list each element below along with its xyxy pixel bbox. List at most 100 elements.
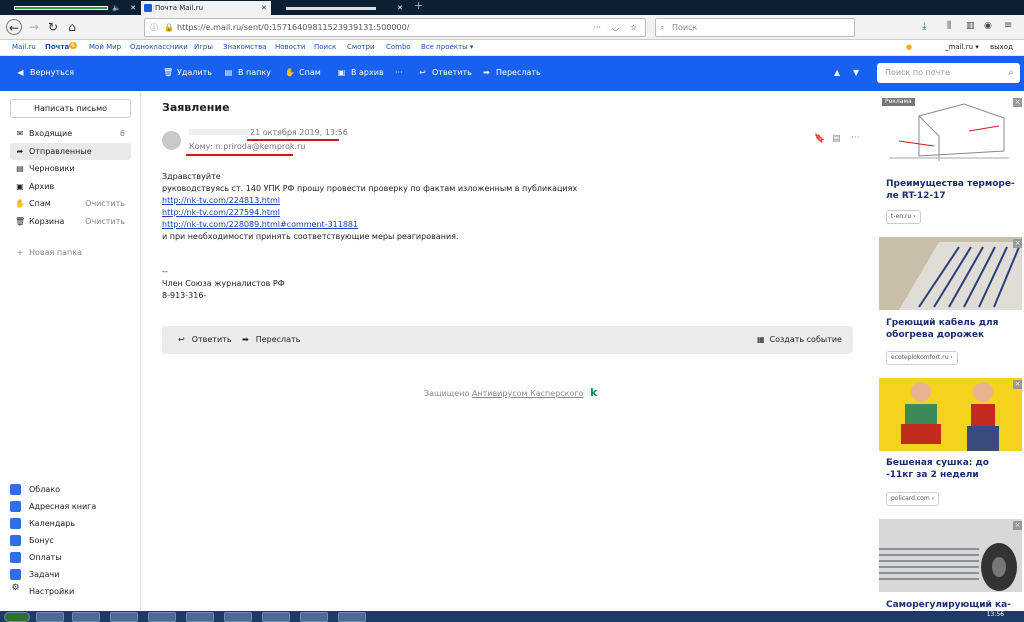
account-icon[interactable]: ◉ — [984, 21, 992, 31]
ad-image-heating-cable[interactable] — [879, 237, 1022, 310]
close-icon[interactable]: × — [1013, 380, 1022, 389]
account-menu[interactable]: _mail.ru ▾ — [945, 43, 979, 51]
portal-link-ok[interactable]: Одноклассники — [130, 43, 188, 51]
clear-trash-link[interactable]: Очистить — [85, 213, 125, 230]
portal-link-watch[interactable]: Смотри — [347, 43, 375, 51]
portal-link-games[interactable]: Игры — [194, 43, 213, 51]
info-icon[interactable]: ⓘ — [150, 19, 158, 36]
close-tab-icon[interactable]: ✕ — [130, 1, 136, 15]
compose-button[interactable]: Написать письмо — [10, 99, 131, 118]
new-folder-button[interactable]: + Новая папка — [10, 244, 131, 261]
start-button[interactable] — [4, 612, 30, 622]
app-calendar[interactable]: Календарь — [10, 515, 75, 532]
speaker-icon[interactable]: 🔈 — [112, 1, 121, 15]
close-icon[interactable]: × — [1013, 98, 1022, 107]
ad-title[interactable]: Бешеная сушка: до -11кг за 2 недели — [886, 457, 1016, 481]
folder-archive[interactable]: ▣ Архив — [10, 178, 131, 195]
portal-link-all-projects[interactable]: Все проекты ▾ — [421, 43, 473, 51]
back-button[interactable]: ◀ Вернуться — [16, 68, 74, 77]
folder-inbox[interactable]: ✉ Входящие 6 — [10, 125, 131, 142]
reply-button[interactable]: ↩ Ответить — [418, 68, 472, 77]
ad-source[interactable]: policard.com › — [886, 492, 939, 506]
app-payments[interactable]: Оплаты — [10, 549, 62, 566]
folder-sent[interactable]: ➦ Отправленные — [10, 143, 131, 160]
folder-trash[interactable]: 🗑 Корзина Очистить — [10, 213, 131, 230]
app-tasks[interactable]: Задачи — [10, 566, 59, 583]
portal-link-news[interactable]: Новости — [275, 43, 305, 51]
browser-search-bar[interactable]: ⌕ Поиск — [655, 18, 855, 37]
portal-link-mail[interactable]: Почта — [45, 43, 69, 51]
reload-icon[interactable]: ↻ — [45, 19, 61, 35]
taskbar-item[interactable] — [262, 612, 290, 622]
mail-search-input[interactable]: Поиск по почте ⌕ — [877, 63, 1020, 83]
pocket-icon[interactable]: ◡ — [612, 19, 619, 36]
taskbar-item[interactable] — [36, 612, 64, 622]
ad-source[interactable]: t-en.ru › — [886, 210, 921, 224]
new-tab-icon[interactable]: + — [414, 0, 423, 12]
create-event-button[interactable]: ▦ Создать событие — [757, 335, 842, 344]
search-icon[interactable]: ⌕ — [1008, 63, 1014, 83]
close-icon[interactable]: × — [1013, 521, 1022, 530]
taskbar-item[interactable] — [186, 612, 214, 622]
archive-button[interactable]: ▣ В архив — [337, 68, 384, 77]
library-icon[interactable]: ⫼ — [947, 21, 951, 31]
ad-image-weight-loss[interactable] — [879, 378, 1022, 451]
ad-card[interactable]: × Бешеная сушка: до -11кг за 2 недели po… — [878, 378, 1024, 518]
taskbar-item[interactable] — [338, 612, 366, 622]
clear-spam-link[interactable]: Очистить — [85, 195, 125, 212]
sender-avatar[interactable] — [162, 131, 181, 150]
logout-link[interactable]: выход — [990, 43, 1013, 51]
folder-spam[interactable]: ✋ Спам Очистить — [10, 195, 131, 212]
back-icon[interactable]: ← — [6, 19, 22, 35]
portal-link-dating[interactable]: Знакомства — [223, 43, 267, 51]
next-message-icon[interactable]: ▼ — [853, 68, 859, 77]
app-settings[interactable]: ⚙ Настройки — [10, 583, 74, 600]
portal-link-combo[interactable]: Combo — [386, 43, 411, 51]
more-button[interactable]: ··· — [395, 68, 403, 77]
body-link[interactable]: http://nk-tv.com/227594.html — [162, 208, 280, 217]
reply-button[interactable]: ↩ Ответить — [178, 335, 232, 344]
forward-button[interactable]: ➡ Переслать — [242, 335, 300, 344]
bookmark-star-icon[interactable]: ☆ — [630, 19, 637, 36]
portal-link-mymir[interactable]: Мой Мир — [89, 43, 121, 51]
ad-source[interactable]: ecoteplokomfort.ru › — [886, 351, 958, 365]
taskbar-item[interactable] — [148, 612, 176, 622]
close-tab-icon[interactable]: ✕ — [397, 1, 403, 15]
ad-title[interactable]: Преимущества терморе­ле RT-12-17 — [886, 178, 1016, 202]
ad-title[interactable]: Саморегулирующий ка- — [886, 599, 1024, 611]
bonus-icon[interactable]: ● — [906, 43, 912, 51]
app-address-book[interactable]: Адресная книга — [10, 498, 96, 515]
bookmark-icon[interactable]: 🔖 — [814, 134, 825, 144]
forward-icon[interactable]: → — [26, 19, 42, 35]
portal-link-mailru[interactable]: Mail.ru — [12, 43, 36, 51]
ad-card[interactable]: × Саморегулирующий ка- — [878, 519, 1024, 611]
move-to-folder-button[interactable]: ▤ В папку — [224, 68, 271, 77]
ad-image-house-diagram[interactable] — [879, 96, 1022, 169]
body-link[interactable]: http://nk-tv.com/224813.html — [162, 196, 280, 205]
print-icon[interactable]: ▤ — [832, 134, 841, 144]
previous-message-icon[interactable]: ▲ — [834, 68, 840, 77]
app-bonus[interactable]: Бонус — [10, 532, 54, 549]
delete-button[interactable]: 🗑 Удалить — [163, 68, 212, 77]
taskbar-item[interactable] — [300, 612, 328, 622]
close-tab-icon[interactable]: ✕ — [261, 1, 267, 15]
download-icon[interactable]: ⤓ — [922, 21, 926, 32]
menu-icon[interactable]: ≡ — [1004, 20, 1012, 31]
taskbar-item[interactable] — [224, 612, 252, 622]
taskbar-item[interactable] — [72, 612, 100, 622]
browser-tab[interactable]: ✕ — [272, 1, 407, 15]
forward-button[interactable]: ➡ Переслать — [482, 68, 541, 77]
spam-button[interactable]: ✋ Спам — [285, 68, 321, 77]
ad-card[interactable]: Реклама × Преимущества терморе­ле RT-12-… — [878, 96, 1024, 236]
browser-tab[interactable]: 🔈 ✕ — [0, 1, 140, 15]
browser-tab-active[interactable]: Почта Mail.ru ✕ — [141, 1, 271, 15]
folder-drafts[interactable]: ▤ Черновики — [10, 160, 131, 177]
app-cloud[interactable]: Облако — [10, 481, 60, 498]
portal-link-search[interactable]: Поиск — [314, 43, 336, 51]
kaspersky-link[interactable]: Антивирусом Касперского — [472, 389, 584, 398]
more-dots-icon[interactable]: ··· — [851, 133, 860, 143]
close-icon[interactable]: × — [1013, 239, 1022, 248]
ad-image-cable-spools[interactable] — [879, 519, 1022, 592]
more-dots-icon[interactable]: ··· — [593, 19, 601, 36]
sidebar-icon[interactable]: ▥ — [966, 21, 975, 31]
